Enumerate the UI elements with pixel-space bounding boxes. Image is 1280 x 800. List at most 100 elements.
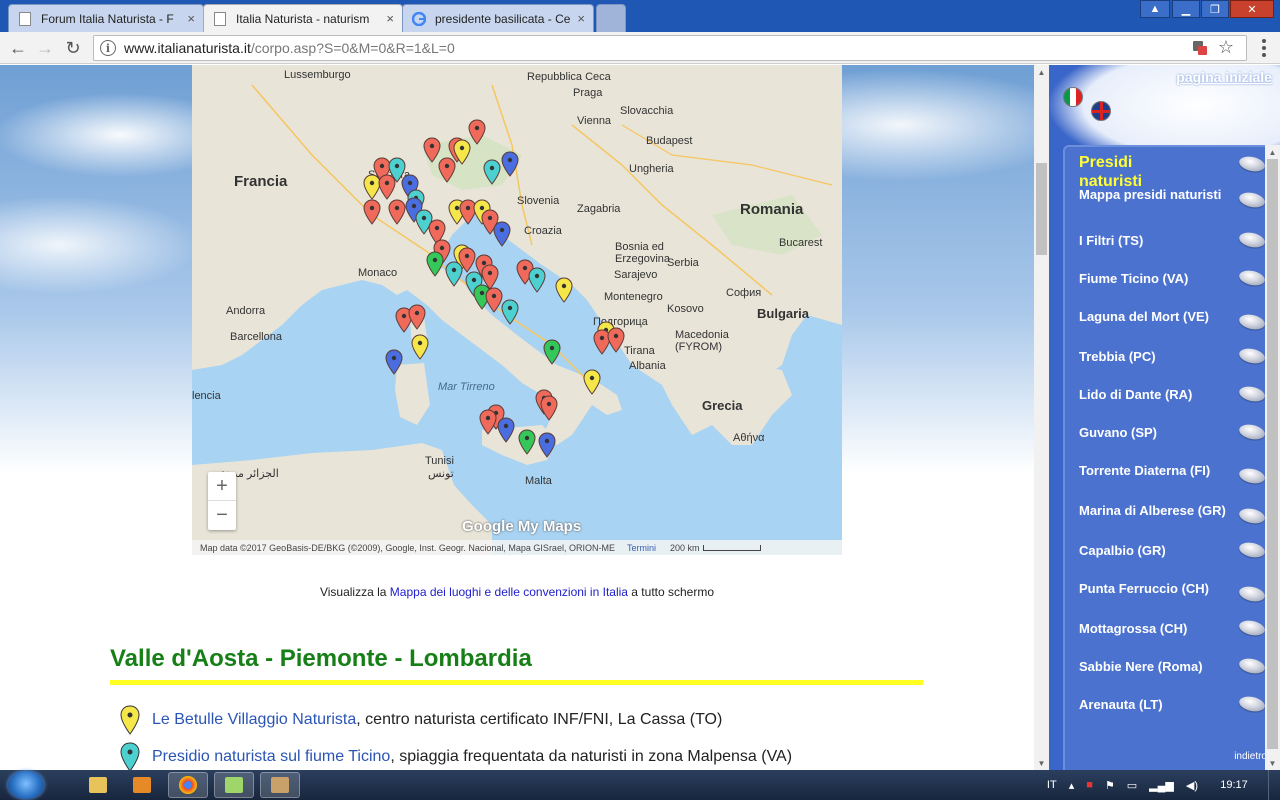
google-map[interactable]: Lussemburgo Francia Svizzera Repubblica … xyxy=(192,65,842,555)
new-tab-button[interactable] xyxy=(596,4,626,32)
explorer-icon[interactable] xyxy=(78,772,118,798)
map-pin-icon[interactable] xyxy=(497,417,515,443)
clock[interactable]: 19:17 xyxy=(1204,779,1264,791)
sidebar-item[interactable]: I Filtri (TS) xyxy=(1079,233,1239,248)
reload-icon[interactable]: ↻ xyxy=(61,37,85,59)
map-pin-icon[interactable] xyxy=(607,327,625,353)
map-pin-icon[interactable] xyxy=(483,159,501,185)
antivirus-icon[interactable]: ■ xyxy=(1086,779,1093,791)
sidebar-item[interactable]: Laguna del Mort (VE) xyxy=(1079,309,1239,324)
volume-icon[interactable]: ◀) xyxy=(1186,779,1198,792)
map-pin-icon[interactable] xyxy=(385,349,403,375)
map-label: Andorra xyxy=(226,305,266,317)
map-pin-icon[interactable] xyxy=(555,277,573,303)
heading-underline xyxy=(110,680,923,685)
maximize-button[interactable]: ❐ xyxy=(1201,0,1229,18)
close-icon[interactable]: × xyxy=(577,11,585,26)
back-link[interactable]: indietro xyxy=(1234,751,1267,762)
sidebar-item[interactable]: Mappa presidi naturisti xyxy=(1079,187,1239,202)
sidebar-item[interactable]: Sabbie Nere (Roma) xyxy=(1079,659,1239,674)
scroll-up-icon[interactable]: ▲ xyxy=(1265,145,1280,159)
bullet-icon xyxy=(1237,346,1267,366)
forward-arrow-icon[interactable]: → xyxy=(33,37,57,59)
map-label: Bucarest xyxy=(779,237,823,249)
scroll-down-icon[interactable]: ▼ xyxy=(1034,756,1049,770)
sidebar-item[interactable]: Lido di Dante (RA) xyxy=(1079,387,1239,402)
entry-text: , spiaggia frequentata da naturisti in z… xyxy=(390,748,793,765)
zoom-out-button[interactable]: − xyxy=(208,501,236,530)
bookmark-star-icon[interactable]: ☆ xyxy=(1218,37,1234,58)
map-pin-icon[interactable] xyxy=(453,139,471,165)
sidebar-item[interactable]: Capalbio (GR) xyxy=(1079,543,1239,558)
map-label: Praga xyxy=(573,87,603,99)
input-language[interactable]: IT xyxy=(1047,779,1057,791)
media-player-icon[interactable] xyxy=(122,772,162,798)
translate-icon[interactable] xyxy=(1192,40,1208,56)
map-pin-icon[interactable] xyxy=(543,339,561,365)
map-label: Macedonia (FYROM) xyxy=(675,329,729,353)
map-pin-icon[interactable] xyxy=(493,221,511,247)
italian-flag-icon[interactable] xyxy=(1063,87,1083,107)
info-icon[interactable]: i xyxy=(100,40,116,56)
minimize-button[interactable]: ▁ xyxy=(1172,0,1200,18)
map-pin-icon[interactable] xyxy=(363,199,381,225)
map-pin-icon[interactable] xyxy=(540,395,558,421)
map-pin-icon[interactable] xyxy=(479,409,497,435)
scroll-up-icon[interactable]: ▲ xyxy=(1034,65,1049,79)
map-pin-icon[interactable] xyxy=(426,251,444,277)
scroll-down-icon[interactable]: ▼ xyxy=(1265,756,1280,770)
map-pin-icon[interactable] xyxy=(528,267,546,293)
sidebar-item[interactable]: Marina di Alberese (GR) xyxy=(1079,503,1239,518)
flag-icon[interactable]: ⚑ xyxy=(1105,779,1115,792)
start-button[interactable] xyxy=(8,771,44,799)
sidebar-item[interactable]: Punta Ferruccio (CH) xyxy=(1079,581,1239,596)
sidebar-scrollbar[interactable]: ▲ ▼ xyxy=(1265,145,1280,770)
menu-dots-icon[interactable] xyxy=(1256,38,1272,58)
address-bar[interactable]: i www.italianaturista.it/corpo.asp?S=0&M… xyxy=(93,35,1247,61)
entry-link[interactable]: Le Betulle Villaggio Naturista xyxy=(152,711,356,729)
sidebar-item[interactable]: Fiume Ticino (VA) xyxy=(1079,271,1239,286)
map-pin-icon[interactable] xyxy=(501,151,519,177)
show-desktop-button[interactable] xyxy=(1268,770,1280,800)
page-scrollbar[interactable]: ▲ ▼ xyxy=(1034,65,1049,770)
tab-google-search[interactable]: presidente basilicata - Ce × xyxy=(402,4,594,32)
map-pin-icon[interactable] xyxy=(411,334,429,360)
battery-icon[interactable]: ▭ xyxy=(1127,779,1137,792)
sidebar-item[interactable]: Mottagrossa (CH) xyxy=(1079,621,1239,636)
map-pin-icon[interactable] xyxy=(445,261,463,287)
map-label: Albania xyxy=(629,360,666,372)
close-window-button[interactable]: ✕ xyxy=(1230,0,1274,18)
map-label: lencia xyxy=(192,390,221,402)
user-icon[interactable]: ▲ xyxy=(1140,0,1170,18)
tab-forum[interactable]: Forum Italia Naturista - F × xyxy=(8,4,204,32)
map-fullscreen-link[interactable]: Mappa dei luoghi e delle convenzioni in … xyxy=(390,585,628,599)
map-pin-icon[interactable] xyxy=(538,432,556,458)
sidebar-item[interactable]: Torrente Diaterna (FI) xyxy=(1079,463,1239,478)
map-pin-icon[interactable] xyxy=(388,199,406,225)
map-pin-icon[interactable] xyxy=(501,299,519,325)
tools-app-icon[interactable] xyxy=(260,772,300,798)
sidebar-item[interactable]: Guvano (SP) xyxy=(1079,425,1239,440)
map-pin-icon[interactable] xyxy=(583,369,601,395)
map-pin-icon[interactable] xyxy=(518,429,536,455)
sidebar-item[interactable]: Arenauta (LT) xyxy=(1079,697,1239,712)
chevron-up-icon[interactable]: ▴ xyxy=(1069,779,1075,792)
close-icon[interactable]: × xyxy=(386,11,394,26)
zoom-in-button[interactable]: + xyxy=(208,472,236,501)
signal-icon[interactable]: ▂▄▆ xyxy=(1149,779,1174,792)
uk-flag-icon[interactable] xyxy=(1091,101,1111,121)
scroll-thumb[interactable] xyxy=(1036,163,1047,255)
entry-link[interactable]: Presidio naturista sul fiume Ticino xyxy=(152,748,390,766)
back-arrow-icon[interactable]: ← xyxy=(6,37,30,59)
home-link[interactable]: pagina iniziale xyxy=(1176,69,1272,85)
scroll-thumb[interactable] xyxy=(1267,159,1278,749)
sidebar-item[interactable]: Trebbia (PC) xyxy=(1079,349,1239,364)
cyan-marker-icon xyxy=(120,742,140,770)
map-pin-icon[interactable] xyxy=(378,174,396,200)
tab-italia-naturista[interactable]: Italia Naturista - naturism × xyxy=(203,4,403,32)
windows-app-icon[interactable] xyxy=(214,772,254,798)
terms-link[interactable]: Termini xyxy=(627,543,656,553)
close-icon[interactable]: × xyxy=(187,11,195,26)
chrome-icon[interactable] xyxy=(168,772,208,798)
map-pin-icon[interactable] xyxy=(408,304,426,330)
